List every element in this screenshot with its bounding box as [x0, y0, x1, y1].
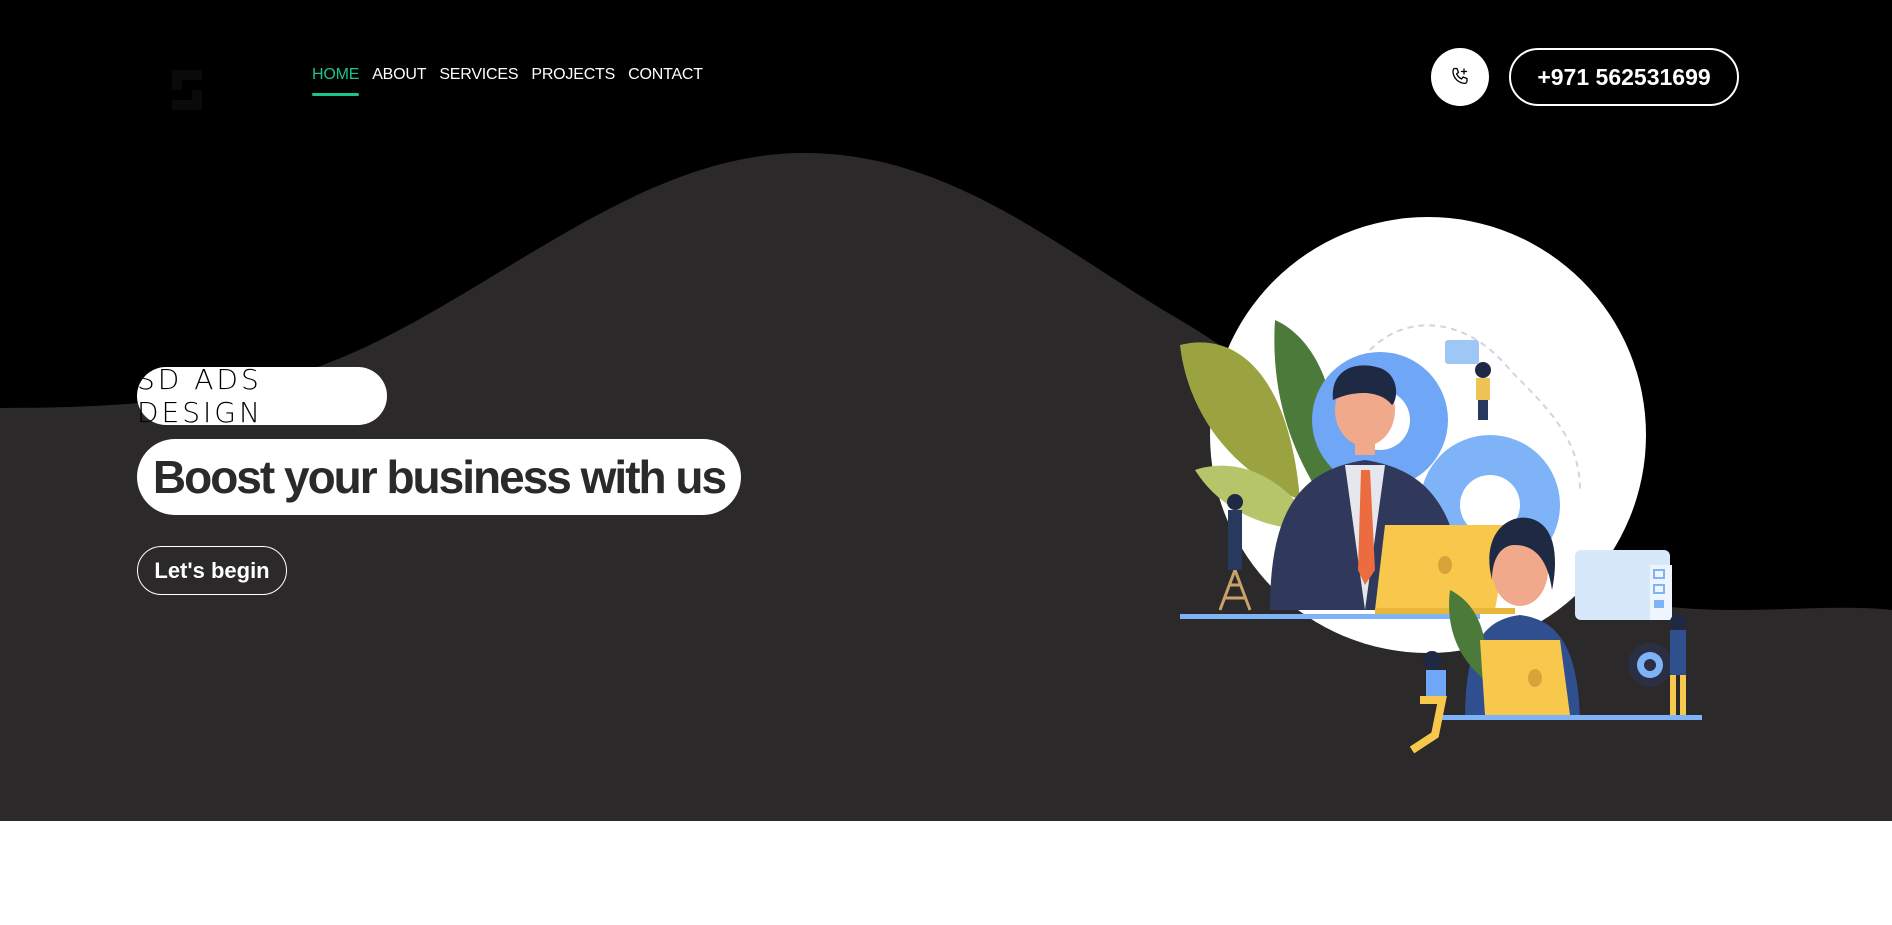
nav-projects[interactable]: PROJECTS [531, 66, 615, 96]
phone-icon [1452, 67, 1468, 85]
hero-section: HOME ABOUT SERVICES PROJECTS CONTACT +97… [0, 0, 1892, 821]
lets-begin-button[interactable]: Let's begin [137, 546, 287, 595]
nav-about[interactable]: ABOUT [372, 66, 426, 96]
nav-contact[interactable]: CONTACT [628, 66, 703, 96]
phone-number-button[interactable]: +971 562531699 [1509, 48, 1739, 106]
nav-home[interactable]: HOME [312, 66, 360, 96]
nav-services[interactable]: SERVICES [439, 66, 518, 96]
hero-headline: Boost your business with us [137, 439, 741, 515]
business-team-illustration [1180, 217, 1702, 754]
brand-name-badge: SD ADS DESIGN [137, 363, 387, 429]
main-nav: HOME ABOUT SERVICES PROJECTS CONTACT [312, 66, 716, 96]
phone-call-button[interactable] [1431, 48, 1489, 106]
logo-icon[interactable] [152, 50, 232, 120]
